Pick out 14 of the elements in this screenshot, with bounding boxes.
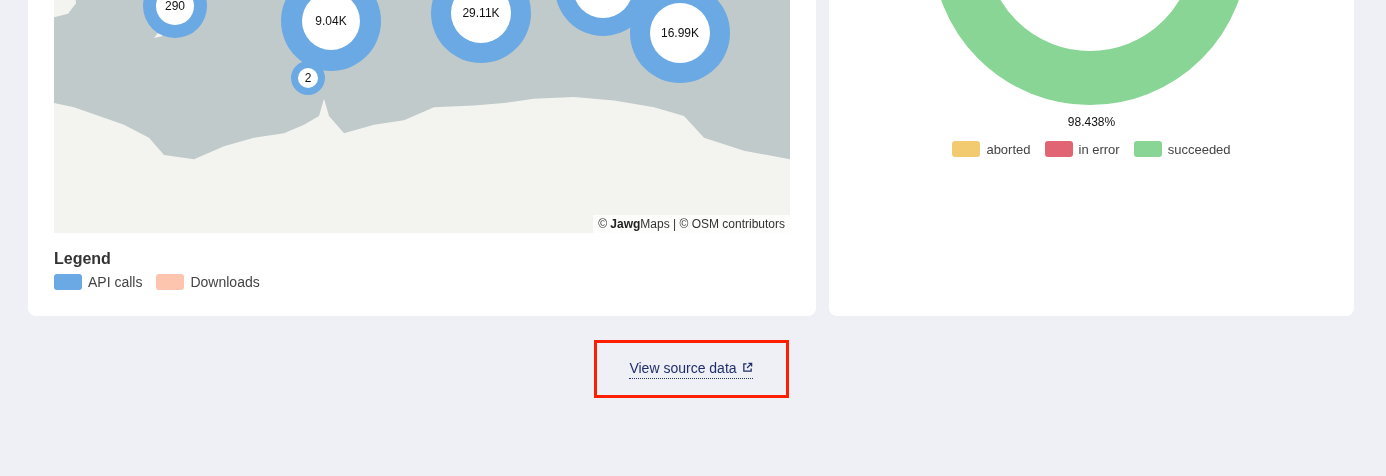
external-link-icon (741, 362, 753, 373)
legend-label[interactable]: succeeded (1167, 141, 1231, 157)
legend-swatch[interactable] (1133, 141, 1162, 157)
legend-swatch[interactable] (1044, 141, 1073, 157)
legend-label[interactable]: in error (1078, 141, 1120, 157)
percentage-label: 98.438% (1066, 115, 1117, 129)
legend-label: API calls (88, 274, 143, 290)
map-attribution: © JawgMaps | © OSM contributors (593, 215, 790, 233)
legend-label[interactable]: aborted (986, 141, 1031, 157)
legend-label: Downloads (190, 274, 260, 290)
view-source-link[interactable]: View source data (629, 359, 753, 379)
legend-title: Legend (54, 250, 112, 268)
cluster-map[interactable]: 290 9.04K 29.11K 16.99K 2 © JawgMaps | © OSM contributors (54, 0, 790, 233)
legend-swatch[interactable] (952, 141, 981, 157)
